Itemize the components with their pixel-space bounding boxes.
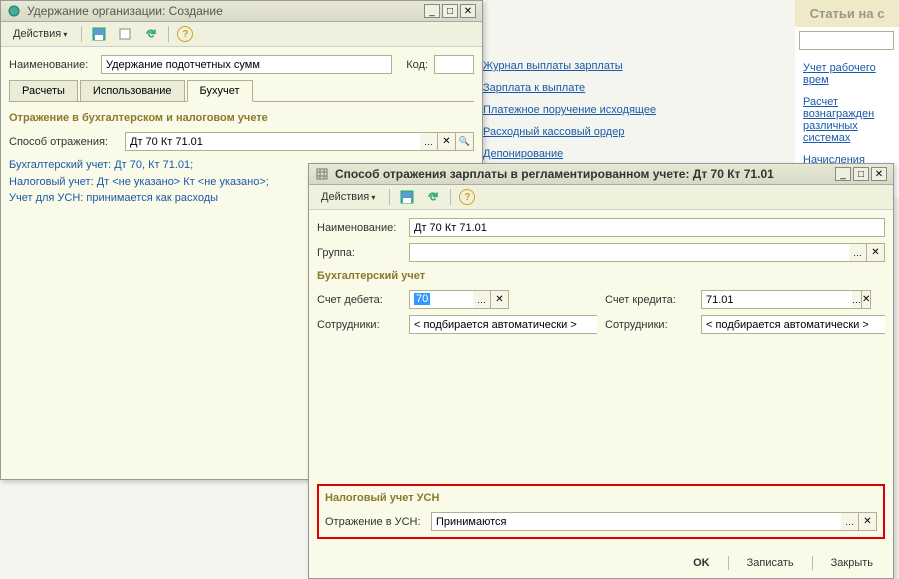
close-button-2[interactable]: ✕ [871, 167, 887, 181]
action-icon-2[interactable] [116, 25, 134, 43]
bottom-buttons: OK Записать Закрыть [683, 554, 883, 572]
separator [728, 556, 729, 570]
titlebar-1: Удержание организации: Создание _ □ ✕ [1, 1, 482, 22]
name-input-2[interactable] [409, 218, 885, 237]
save-icon[interactable] [90, 25, 108, 43]
group-select-button[interactable]: … [849, 243, 867, 262]
reflect-input[interactable] [125, 132, 420, 151]
code-input[interactable] [434, 55, 474, 74]
tab-usage[interactable]: Использование [80, 80, 185, 101]
right-link-1[interactable]: Учет рабочего врем [803, 62, 891, 86]
minimize-button-2[interactable]: _ [835, 167, 851, 181]
debit-label: Счет дебета: [317, 294, 403, 306]
emp-input-2[interactable] [701, 315, 885, 334]
window-reflection: Способ отражения зарплаты в регламентиро… [308, 163, 894, 579]
section-title-reflect: Отражение в бухгалтерском и налоговом уч… [9, 112, 474, 124]
right-link-2b: различных системах [803, 120, 891, 144]
usn-clear-button[interactable]: ✕ [859, 512, 877, 531]
bg-link-journal[interactable]: Журнал выплаты зарплаты [483, 60, 656, 72]
emp-label-2: Сотрудники: [605, 319, 695, 331]
separator [450, 189, 451, 205]
bg-link-deposit[interactable]: Депонирование [483, 148, 656, 160]
refresh-icon[interactable] [142, 25, 160, 43]
code-label: Код: [406, 59, 428, 71]
toolbar-1: Действия ? [1, 22, 482, 47]
maximize-button[interactable]: □ [442, 4, 458, 18]
help-icon-2[interactable]: ? [459, 189, 475, 205]
debit-input[interactable]: 70 [409, 290, 473, 309]
emp-input-1[interactable] [409, 315, 597, 334]
right-search-input[interactable] [799, 31, 894, 50]
separator [168, 26, 169, 42]
actions-menu[interactable]: Действия [7, 26, 73, 42]
name-label-2: Наименование: [317, 222, 403, 234]
maximize-button-2[interactable]: □ [853, 167, 869, 181]
window-title-2: Способ отражения зарплаты в регламентиро… [335, 167, 829, 181]
ok-button[interactable]: OK [683, 554, 720, 572]
credit-input[interactable] [701, 290, 852, 309]
refresh-icon-2[interactable] [424, 188, 442, 206]
grid-icon [315, 167, 329, 181]
emp-label-1: Сотрудники: [317, 319, 403, 331]
credit-select-button[interactable]: … [852, 290, 862, 309]
bg-link-payment[interactable]: Платежное поручение исходящее [483, 104, 656, 116]
section-bu: Бухгалтерский учет [317, 270, 885, 282]
debit-select-button[interactable]: … [473, 290, 491, 309]
actions-menu-2[interactable]: Действия [315, 189, 381, 205]
minimize-button[interactable]: _ [424, 4, 440, 18]
select-button[interactable]: … [420, 132, 438, 151]
window-title-1: Удержание организации: Создание [27, 4, 418, 18]
save-icon-2[interactable] [398, 188, 416, 206]
bg-link-salary[interactable]: Зарплата к выплате [483, 82, 656, 94]
bg-link-cash[interactable]: Расходный кассовый ордер [483, 126, 656, 138]
name-input[interactable] [101, 55, 392, 74]
help-icon[interactable]: ? [177, 26, 193, 42]
close-window-button[interactable]: Закрыть [821, 554, 883, 572]
debit-clear-button[interactable]: ✕ [491, 290, 509, 309]
right-header: Статьи на с [795, 0, 899, 27]
tabs: Расчеты Использование Бухучет [9, 80, 474, 102]
credit-label: Счет кредита: [605, 294, 695, 306]
usn-input[interactable] [431, 512, 841, 531]
clear-button[interactable]: ✕ [438, 132, 456, 151]
right-link-2[interactable]: Расчет вознагражден [803, 96, 891, 120]
section-usn: Налоговый учет УСН [325, 492, 877, 504]
group-label: Группа: [317, 247, 403, 259]
credit-clear-button[interactable]: ✕ [862, 290, 871, 309]
separator [389, 189, 390, 205]
close-button[interactable]: ✕ [460, 4, 476, 18]
name-label: Наименование: [9, 59, 95, 71]
background-links: Журнал выплаты зарплаты Зарплата к выпла… [483, 60, 656, 170]
separator [81, 26, 82, 42]
usn-select-button[interactable]: … [841, 512, 859, 531]
titlebar-2: Способ отражения зарплаты в регламентиро… [309, 164, 893, 185]
usn-section-box: Налоговый учет УСН Отражение в УСН: … ✕ [317, 484, 885, 539]
tab-accounting[interactable]: Бухучет [187, 80, 253, 102]
reflect-label: Способ отражения: [9, 136, 119, 148]
tab-calc[interactable]: Расчеты [9, 80, 78, 101]
group-clear-button[interactable]: ✕ [867, 243, 885, 262]
app-icon [7, 4, 21, 18]
search-button[interactable]: 🔍 [456, 132, 474, 151]
toolbar-2: Действия ? [309, 185, 893, 210]
separator [812, 556, 813, 570]
group-input[interactable] [409, 243, 849, 262]
usn-label: Отражение в УСН: [325, 516, 425, 528]
save-button[interactable]: Записать [737, 554, 804, 572]
